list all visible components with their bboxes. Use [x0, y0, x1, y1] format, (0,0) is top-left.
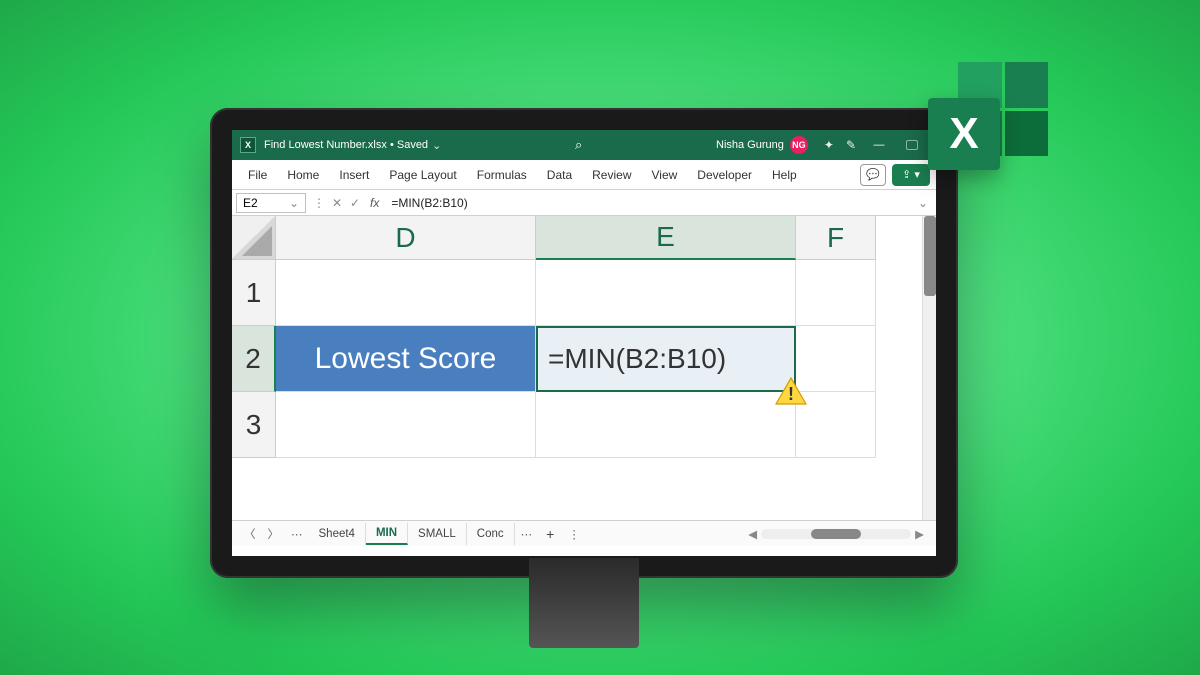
row-header-2[interactable]: 2 — [232, 326, 276, 392]
ribbon-tabs: File Home Insert Page Layout Formulas Da… — [232, 160, 936, 190]
accept-formula-icon[interactable]: ✓ — [346, 196, 364, 210]
comments-button[interactable]: 💬 — [860, 164, 886, 186]
sheet-tab-min[interactable]: MIN — [366, 523, 408, 545]
hscroll-thumb[interactable] — [811, 529, 861, 539]
sheet-nav-next[interactable]: 〉 — [262, 526, 286, 542]
hscroll-right-icon[interactable]: ▶ — [915, 527, 924, 541]
select-all-corner[interactable] — [232, 216, 276, 260]
row-header-1[interactable]: 1 — [232, 260, 276, 326]
tab-developer[interactable]: Developer — [687, 160, 762, 189]
hscroll-left-icon[interactable]: ◀ — [748, 527, 757, 541]
add-sheet-button[interactable]: + — [538, 526, 562, 542]
sheet-tab-sheet4[interactable]: Sheet4 — [309, 523, 366, 545]
cell-e1[interactable] — [536, 260, 796, 326]
sheet-tab-small[interactable]: SMALL — [408, 523, 467, 545]
chevron-down-icon[interactable]: ⌄ — [432, 139, 441, 152]
screen: X Find Lowest Number.xlsx • Saved ⌄ ⌕ Ni… — [232, 130, 936, 556]
expand-formula-icon[interactable]: ⌄ — [918, 196, 928, 210]
tab-data[interactable]: Data — [537, 160, 582, 189]
cell-e3[interactable] — [536, 392, 796, 458]
sheet-menu-icon[interactable]: ⋮ — [562, 527, 586, 541]
excel-app-icon: X — [240, 137, 256, 153]
tab-formulas[interactable]: Formulas — [467, 160, 537, 189]
cell-f3[interactable] — [796, 392, 876, 458]
formula-bar: E2 ⌄ ⋮ ✕ ✓ fx =MIN(B2:B10) ⌄ — [232, 190, 936, 216]
formula-input[interactable]: =MIN(B2:B10) — [385, 196, 918, 210]
chevron-down-icon: ⌄ — [289, 196, 299, 210]
cell-d3[interactable] — [276, 392, 536, 458]
tab-page-layout[interactable]: Page Layout — [379, 160, 466, 189]
tab-review[interactable]: Review — [582, 160, 641, 189]
user-name-label[interactable]: Nisha Gurung — [716, 139, 784, 151]
separator-dot: • — [387, 139, 397, 151]
tab-help[interactable]: Help — [762, 160, 807, 189]
tab-insert[interactable]: Insert — [329, 160, 379, 189]
excel-logo-x: X — [928, 98, 1000, 170]
cell-d2[interactable]: Lowest Score — [276, 326, 536, 392]
tab-file[interactable]: File — [238, 160, 277, 189]
sheet-tab-bar: 〈 〉 ⋯ Sheet4 MIN SMALL Conc ⋯ + ⋮ ◀ ▶ — [232, 520, 936, 546]
cancel-formula-icon[interactable]: ✕ — [328, 196, 346, 210]
saved-state[interactable]: Saved — [397, 139, 428, 151]
warning-icon[interactable]: ! — [774, 376, 808, 406]
name-box[interactable]: E2 ⌄ — [236, 193, 306, 213]
horizontal-scrollbar[interactable] — [761, 529, 911, 539]
tab-home[interactable]: Home — [277, 160, 329, 189]
user-avatar[interactable]: NG — [790, 136, 808, 154]
cell-d1[interactable] — [276, 260, 536, 326]
search-icon[interactable]: ⌕ — [575, 137, 582, 153]
fx-icon[interactable]: fx — [370, 196, 379, 210]
svg-text:!: ! — [788, 384, 794, 404]
cell-f2[interactable] — [796, 326, 876, 392]
sheet-overflow-icon[interactable]: ⋯ — [515, 527, 539, 541]
sheet-nav-prev[interactable]: 〈 — [238, 526, 262, 542]
cell-reference: E2 — [243, 196, 258, 210]
cell-e2-value: =MIN(B2:B10) — [548, 343, 726, 375]
title-bar: X Find Lowest Number.xlsx • Saved ⌄ ⌕ Ni… — [232, 130, 936, 160]
row-header-3[interactable]: 3 — [232, 392, 276, 458]
spreadsheet-grid[interactable]: D E F 1 2 Lowest Score =MIN(B2:B10) ! — [232, 216, 936, 520]
cell-e2[interactable]: =MIN(B2:B10) ! — [536, 326, 796, 392]
maximize-button[interactable] — [906, 140, 918, 150]
excel-logo-graphic: X — [918, 62, 1048, 192]
tab-view[interactable]: View — [642, 160, 688, 189]
column-header-f[interactable]: F — [796, 216, 876, 260]
sheet-nav-more[interactable]: ⋯ — [285, 527, 309, 541]
column-header-d[interactable]: D — [276, 216, 536, 260]
filename-label: Find Lowest Number.xlsx — [264, 139, 387, 151]
formula-more-icon[interactable]: ⋮ — [310, 196, 328, 210]
minimize-button[interactable]: — — [864, 135, 894, 155]
column-header-e[interactable]: E — [536, 216, 796, 260]
vertical-scrollbar[interactable] — [922, 216, 936, 520]
diamond-icon[interactable]: ✦ — [824, 138, 834, 152]
sheet-tab-conc[interactable]: Conc — [467, 523, 515, 545]
monitor-frame: X Find Lowest Number.xlsx • Saved ⌄ ⌕ Ni… — [210, 108, 958, 578]
scrollbar-thumb[interactable] — [924, 216, 936, 296]
cell-f1[interactable] — [796, 260, 876, 326]
brush-icon[interactable]: ✎ — [846, 138, 856, 152]
